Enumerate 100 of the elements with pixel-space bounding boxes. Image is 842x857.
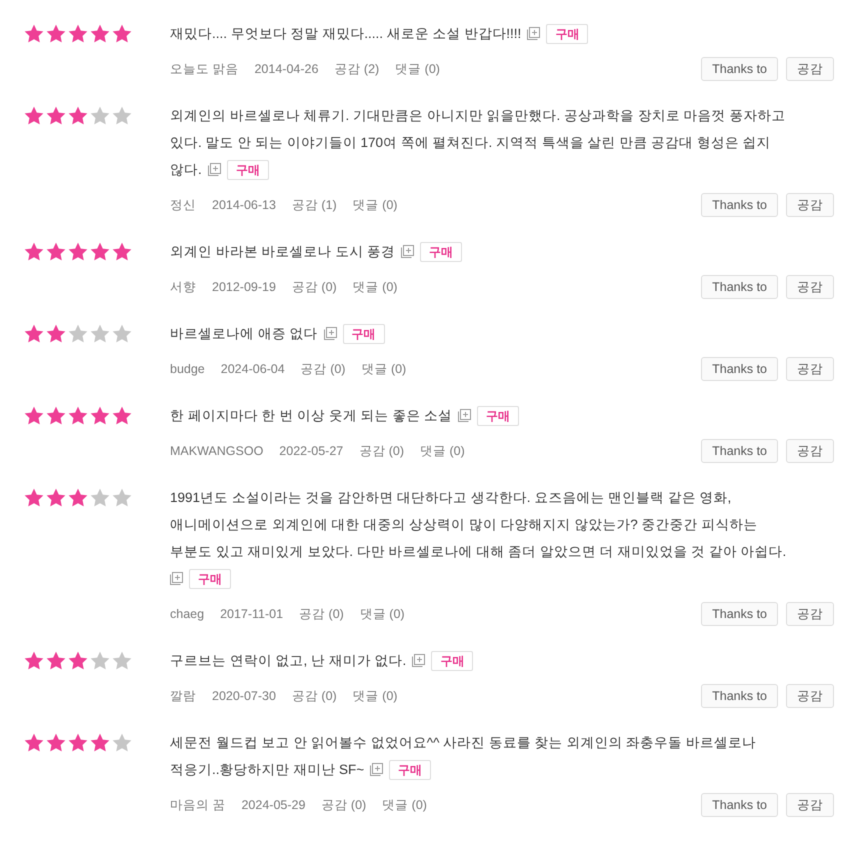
- comment-count[interactable]: 댓글 (0): [352, 196, 398, 214]
- author-name[interactable]: budge: [170, 360, 205, 378]
- star-icon: [68, 733, 88, 752]
- review-text: 부분도 있고 재미있게 보았다. 다만 바르셀로나에 대해 좀더 알았으면 더 재미있었을 것 같아 아쉽다.: [170, 543, 786, 561]
- star-icon: [46, 106, 66, 125]
- star-icon: [112, 24, 132, 43]
- star-icon: [90, 242, 110, 261]
- star-icon: [68, 651, 88, 670]
- author-name[interactable]: 오늘도 맑음: [170, 60, 238, 78]
- expand-icon[interactable]: [401, 245, 414, 258]
- purchase-badge: 구매: [477, 406, 520, 426]
- review-date: 2020-07-30: [212, 688, 276, 705]
- star-icon: [24, 324, 44, 343]
- star-icon: [90, 733, 110, 752]
- star-icon: [68, 488, 88, 507]
- like-button[interactable]: 공감: [786, 193, 834, 217]
- star-icon: [90, 488, 110, 507]
- expand-icon[interactable]: [412, 654, 426, 667]
- star-icon: [112, 733, 132, 752]
- like-button[interactable]: 공감: [786, 602, 834, 626]
- review-date: 2022-05-27: [279, 442, 344, 460]
- thanks-button[interactable]: Thanks to: [701, 684, 778, 708]
- star-icon: [90, 406, 110, 425]
- star-icon: [68, 24, 88, 43]
- like-count[interactable]: 공감 (0): [292, 686, 337, 706]
- like-button[interactable]: 공감: [786, 275, 834, 299]
- star-icon: [24, 24, 44, 43]
- purchase-badge: 구매: [189, 568, 231, 588]
- comment-count[interactable]: 댓글 (0): [420, 442, 465, 460]
- review-text: 외계인 바라본 바로셀로나 도시 풍경: [170, 243, 396, 261]
- expand-icon[interactable]: [527, 27, 540, 40]
- expand-icon[interactable]: [370, 763, 384, 776]
- thanks-button[interactable]: Thanks to: [701, 275, 778, 299]
- star-icon: [90, 324, 110, 343]
- star-icon: [46, 488, 66, 507]
- like-count[interactable]: 공감 (0): [292, 278, 337, 296]
- star-icon: [46, 733, 66, 752]
- review-date: 2014-06-13: [212, 196, 276, 214]
- expand-icon[interactable]: [324, 327, 337, 340]
- star-icon: [24, 406, 44, 425]
- star-icon: [112, 406, 132, 425]
- purchase-badge: 구매: [546, 24, 588, 44]
- star-icon: [24, 651, 44, 670]
- thanks-button[interactable]: Thanks to: [701, 602, 778, 626]
- star-icon: [46, 406, 66, 425]
- star-icon: [46, 24, 66, 43]
- thanks-button[interactable]: Thanks to: [701, 357, 778, 381]
- star-icon: [24, 106, 44, 125]
- like-count[interactable]: 공감 (0): [300, 360, 346, 378]
- star-icon: [90, 651, 110, 670]
- comment-count[interactable]: 댓글 (0): [361, 360, 406, 378]
- like-count[interactable]: 공감 (0): [359, 442, 404, 460]
- review-text: 1991년도 소설이라는 것을 감안하면 대단하다고 생각한다. 요즈음에는 맨인블랙 같은 영화,: [170, 489, 732, 507]
- purchase-badge: 구매: [226, 160, 269, 180]
- thanks-button[interactable]: Thanks to: [701, 193, 778, 217]
- purchase-badge: 구매: [420, 242, 462, 262]
- thanks-button[interactable]: Thanks to: [701, 793, 778, 817]
- review-text: 한 페이지마다 한 번 이상 웃게 되는 좋은 소설: [170, 407, 452, 425]
- like-button[interactable]: 공감: [786, 357, 834, 381]
- author-name[interactable]: 정신: [170, 196, 196, 214]
- purchase-badge: 구매: [431, 650, 474, 670]
- like-button[interactable]: 공감: [786, 57, 834, 81]
- review-text: 외계인의 바르셀로나 체류기. 기대만큼은 아니지만 읽을만했다. 공상과학을 장치로 마음껏 풍자하고: [170, 107, 786, 125]
- like-count[interactable]: 공감 (2): [334, 60, 380, 78]
- star-icon: [24, 733, 44, 752]
- comment-count[interactable]: 댓글 (0): [360, 604, 405, 624]
- purchase-badge: 구매: [342, 324, 385, 344]
- author-name[interactable]: chaeg: [170, 604, 204, 624]
- star-icon: [112, 651, 132, 670]
- like-button[interactable]: 공감: [786, 793, 834, 817]
- author-name[interactable]: 마음의 꿈: [170, 796, 226, 814]
- review-date: 2024-05-29: [241, 796, 306, 814]
- review-date: 2017-11-01: [220, 606, 284, 623]
- review-text: 않다.: [170, 161, 202, 179]
- expand-icon[interactable]: [170, 572, 183, 585]
- review-date: 2024-06-04: [220, 360, 285, 378]
- review-text: 세문전 월드컵 보고 안 읽어볼수 없었어요^^ 사라진 동료를 찾는 외계인의 좌충우돌 바르셀로나: [170, 734, 756, 752]
- author-name[interactable]: 깔람: [170, 686, 196, 706]
- author-name[interactable]: MAKWANGSOO: [170, 442, 264, 460]
- thanks-button[interactable]: Thanks to: [701, 57, 778, 81]
- comment-count[interactable]: 댓글 (0): [352, 686, 398, 706]
- like-button[interactable]: 공감: [786, 684, 834, 708]
- star-icon: [68, 242, 88, 261]
- like-count[interactable]: 공감 (1): [292, 196, 337, 214]
- expand-icon[interactable]: [458, 409, 472, 422]
- review-text: 애니메이션으로 외계인에 대한 대중의 상상력이 많이 다양해지지 않았는가? 중간중간 피식하는: [170, 516, 758, 534]
- review-text: 구르브는 연락이 없고, 난 재미가 없다.: [170, 652, 406, 670]
- like-count[interactable]: 공감 (0): [321, 796, 366, 814]
- star-icon: [46, 651, 66, 670]
- author-name[interactable]: 서향: [170, 278, 196, 296]
- like-button[interactable]: 공감: [786, 439, 834, 463]
- comment-count[interactable]: 댓글 (0): [382, 796, 427, 814]
- comment-count[interactable]: 댓글 (0): [352, 278, 398, 296]
- review-text: 있다. 말도 안 되는 이야기들이 170여 쪽에 펼쳐진다. 지역적 특색을 살린 만큼 공감대 형성은 쉽지: [170, 134, 771, 152]
- star-icon: [68, 406, 88, 425]
- comment-count[interactable]: 댓글 (0): [395, 60, 440, 78]
- expand-icon[interactable]: [208, 163, 221, 176]
- thanks-button[interactable]: Thanks to: [701, 439, 778, 463]
- star-icon: [90, 106, 110, 125]
- like-count[interactable]: 공감 (0): [299, 604, 344, 624]
